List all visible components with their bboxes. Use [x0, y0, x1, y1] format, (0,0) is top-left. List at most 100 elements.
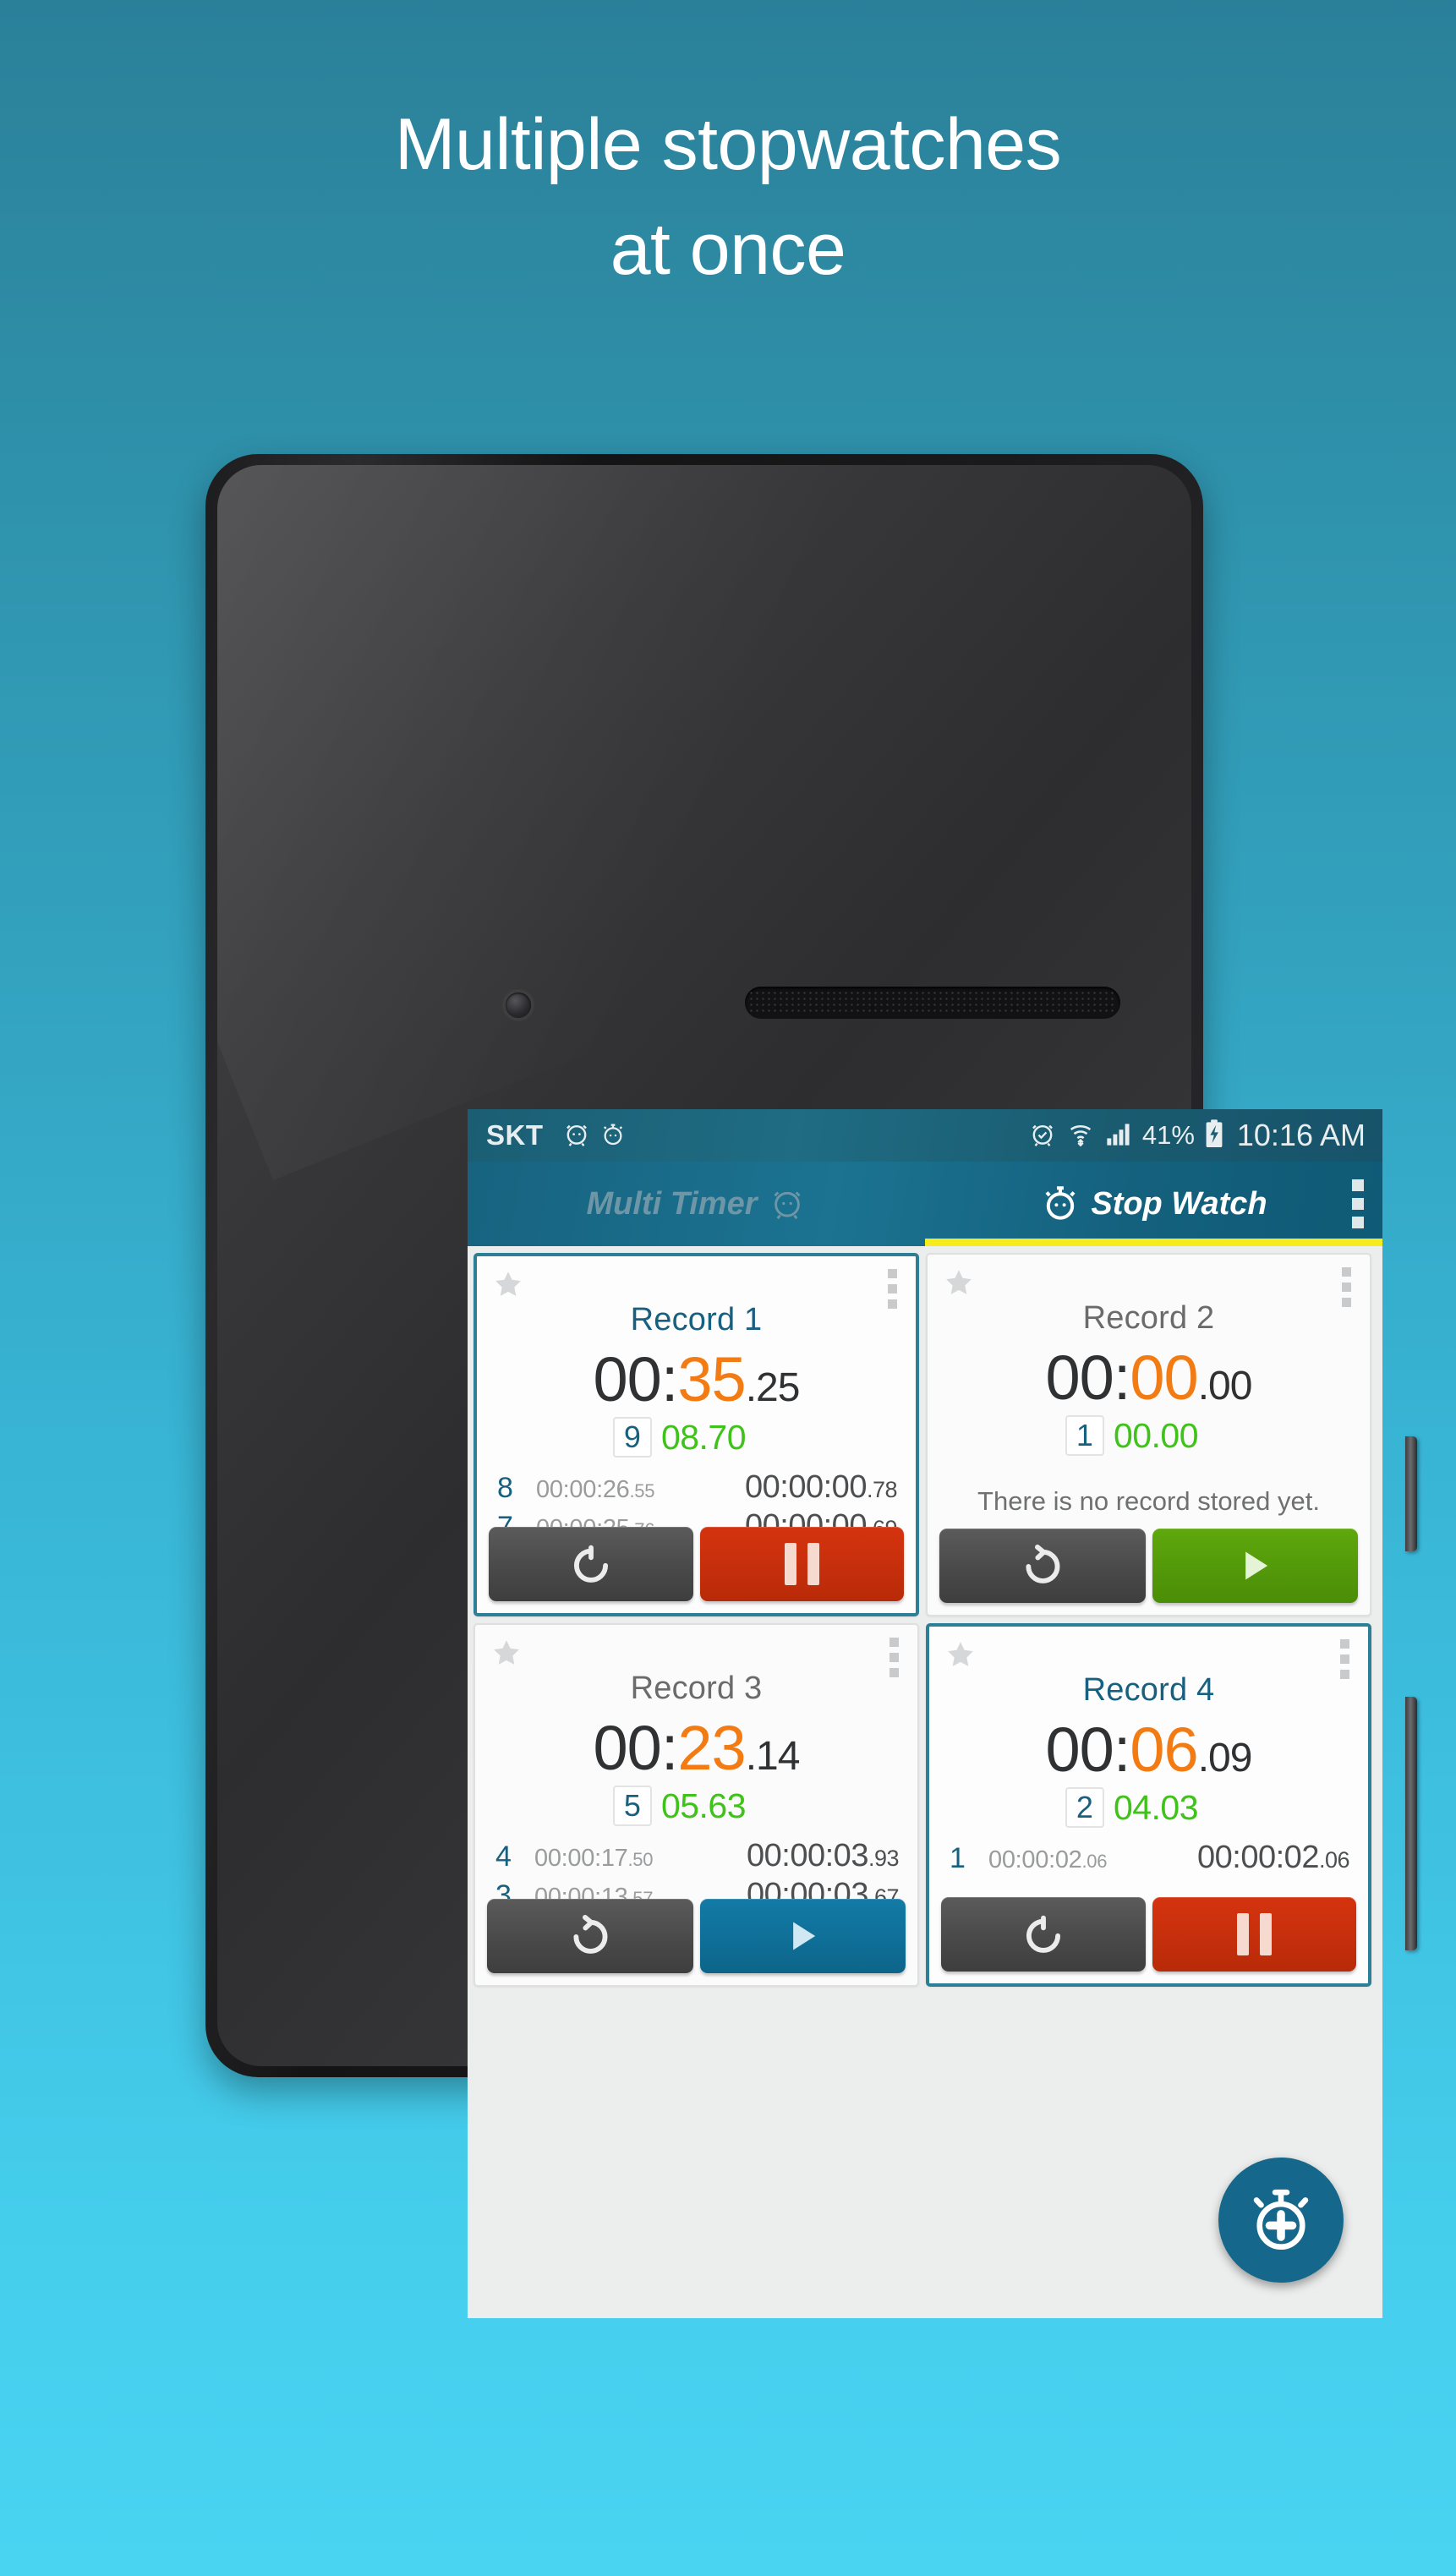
- promo-headline: Multiple stopwatches at once: [0, 108, 1456, 286]
- tab-stop-watch-label: Stop Watch: [1091, 1185, 1267, 1222]
- current-lap-row: 5 05.63: [489, 1786, 904, 1826]
- status-bar: SKT 41% 10:16 AM: [468, 1109, 1382, 1162]
- lap-total-time: 00:00:03.93: [747, 1838, 899, 1873]
- alarm-clock-icon: [768, 1183, 807, 1226]
- card-overflow-menu-icon[interactable]: [889, 1638, 899, 1677]
- card-button-row: [487, 1899, 906, 1973]
- main-time-display: 00:23.14: [489, 1712, 904, 1784]
- headline-line-2: at once: [610, 209, 846, 290]
- card-header: [941, 1265, 1356, 1307]
- time-minutes: 00:: [593, 1713, 679, 1783]
- card-overflow-menu-icon[interactable]: [888, 1269, 897, 1309]
- time-fraction: .25: [745, 1365, 801, 1410]
- stopwatch-icon: [599, 1119, 627, 1152]
- current-lap-number: 1: [1065, 1415, 1104, 1456]
- lap-row: 8 00:00:26.55 00:00:00.78: [497, 1469, 898, 1508]
- current-lap-value: 08.70: [660, 1417, 747, 1457]
- time-minutes: 00:: [1045, 1715, 1131, 1785]
- time-minutes: 00:: [1045, 1343, 1131, 1413]
- tab-multi-timer-label: Multi Timer: [586, 1185, 758, 1222]
- tab-selected-indicator: [925, 1239, 1382, 1246]
- empty-record-note: There is no record stored yet.: [977, 1486, 1320, 1516]
- glass-reflection: [217, 465, 1136, 1180]
- card-title: Record 3: [630, 1671, 763, 1706]
- play-icon: [780, 1914, 824, 1958]
- card-button-row: [941, 1897, 1356, 1972]
- carrier-label: SKT: [486, 1119, 544, 1151]
- start-button[interactable]: [1152, 1529, 1358, 1603]
- current-lap-value: 05.63: [660, 1786, 747, 1825]
- reset-icon: [567, 1913, 613, 1959]
- time-fraction: .09: [1197, 1736, 1253, 1780]
- earpiece-speaker: [745, 987, 1120, 1019]
- favorite-star-icon[interactable]: [943, 1637, 978, 1672]
- lap-icon: [1021, 1911, 1066, 1957]
- stopwatch-card[interactable]: Record 2 00:00.00 1 00.00 There is no re…: [926, 1253, 1371, 1616]
- front-camera-icon: [506, 993, 531, 1018]
- current-lap-number: 5: [612, 1786, 652, 1826]
- favorite-star-icon[interactable]: [489, 1635, 524, 1671]
- lap-total-time: 00:00:02.06: [1197, 1840, 1349, 1875]
- time-seconds: 06: [1130, 1715, 1198, 1785]
- stopwatch-icon: [1040, 1182, 1081, 1227]
- lap-split-time: 00:00:26.55: [536, 1476, 655, 1503]
- favorite-star-icon[interactable]: [941, 1265, 977, 1300]
- battery-charging-icon: [1204, 1118, 1224, 1153]
- time-seconds: 00: [1130, 1343, 1198, 1413]
- time-seconds: 35: [677, 1344, 746, 1414]
- current-lap-number: 9: [612, 1417, 652, 1458]
- battery-percent-label: 41%: [1141, 1120, 1195, 1150]
- card-title: Record 1: [630, 1302, 763, 1337]
- lap-row: 4 00:00:17.50 00:00:03.93: [495, 1838, 900, 1877]
- main-time-display: 00:06.09: [943, 1714, 1355, 1786]
- lap-number: 8: [497, 1472, 513, 1504]
- current-lap-row: 1 00.00: [941, 1415, 1356, 1456]
- reset-button[interactable]: [939, 1529, 1146, 1603]
- favorite-star-icon[interactable]: [490, 1266, 526, 1302]
- phone-screen: SKT 41% 10:16 AM Multi Timer Stop Watch …: [468, 1109, 1382, 2318]
- current-lap-value: 00.00: [1113, 1415, 1199, 1455]
- pause-button[interactable]: [1152, 1897, 1356, 1972]
- card-button-row: [489, 1527, 904, 1601]
- headline-line-1: Multiple stopwatches: [394, 104, 1062, 185]
- pause-icon: [784, 1543, 819, 1585]
- pause-icon: [1236, 1913, 1272, 1955]
- alarm-set-icon: [1028, 1119, 1057, 1152]
- main-time-display: 00:35.25: [490, 1343, 902, 1415]
- stopwatch-plus-icon: [1244, 2181, 1318, 2260]
- tab-bar: Multi Timer Stop Watch: [468, 1162, 1382, 1246]
- stopwatch-card-grid: Record 1 00:35.25 9 08.70 8 00:00:26.55 …: [468, 1246, 1382, 1987]
- current-lap-number: 2: [1065, 1787, 1104, 1828]
- reset-icon: [1020, 1543, 1065, 1589]
- volume-button[interactable]: [1405, 1697, 1417, 1950]
- play-icon: [1233, 1544, 1277, 1588]
- stopwatch-card[interactable]: Record 4 00:06.09 2 04.03 1 00:00:02.06 …: [926, 1623, 1371, 1987]
- reset-button[interactable]: [487, 1899, 693, 1973]
- time-seconds: 23: [677, 1713, 746, 1783]
- current-lap-row: 2 04.03: [943, 1787, 1355, 1828]
- card-title: Record 4: [1082, 1672, 1215, 1708]
- overflow-menu-icon[interactable]: [1352, 1179, 1364, 1228]
- tab-stop-watch[interactable]: Stop Watch: [925, 1162, 1382, 1246]
- time-minutes: 00:: [593, 1344, 679, 1414]
- tab-multi-timer[interactable]: Multi Timer: [468, 1162, 925, 1246]
- time-fraction: .00: [1197, 1364, 1253, 1408]
- alarm-clock-icon: [562, 1119, 591, 1152]
- card-title: Record 2: [1082, 1300, 1215, 1336]
- add-stopwatch-button[interactable]: [1218, 2158, 1344, 2283]
- lap-button[interactable]: [489, 1527, 693, 1601]
- pause-button[interactable]: [699, 1527, 904, 1601]
- promo-graphic: Multiple stopwatches at once SKT 41% 10:…: [0, 0, 1456, 2576]
- resume-button[interactable]: [699, 1899, 906, 1973]
- stopwatch-card[interactable]: Record 1 00:35.25 9 08.70 8 00:00:26.55 …: [473, 1253, 919, 1616]
- card-overflow-menu-icon[interactable]: [1342, 1267, 1351, 1307]
- card-overflow-menu-icon[interactable]: [1340, 1639, 1349, 1679]
- lap-number: 4: [495, 1840, 512, 1873]
- lap-button[interactable]: [941, 1897, 1146, 1972]
- card-button-row: [939, 1529, 1358, 1603]
- power-button[interactable]: [1405, 1436, 1417, 1551]
- card-header: [489, 1635, 904, 1677]
- wifi-icon: [1066, 1119, 1095, 1152]
- stopwatch-card[interactable]: Record 3 00:23.14 5 05.63 4 00:00:17.50 …: [473, 1623, 919, 1987]
- lap-total-time: 00:00:00.78: [745, 1469, 897, 1505]
